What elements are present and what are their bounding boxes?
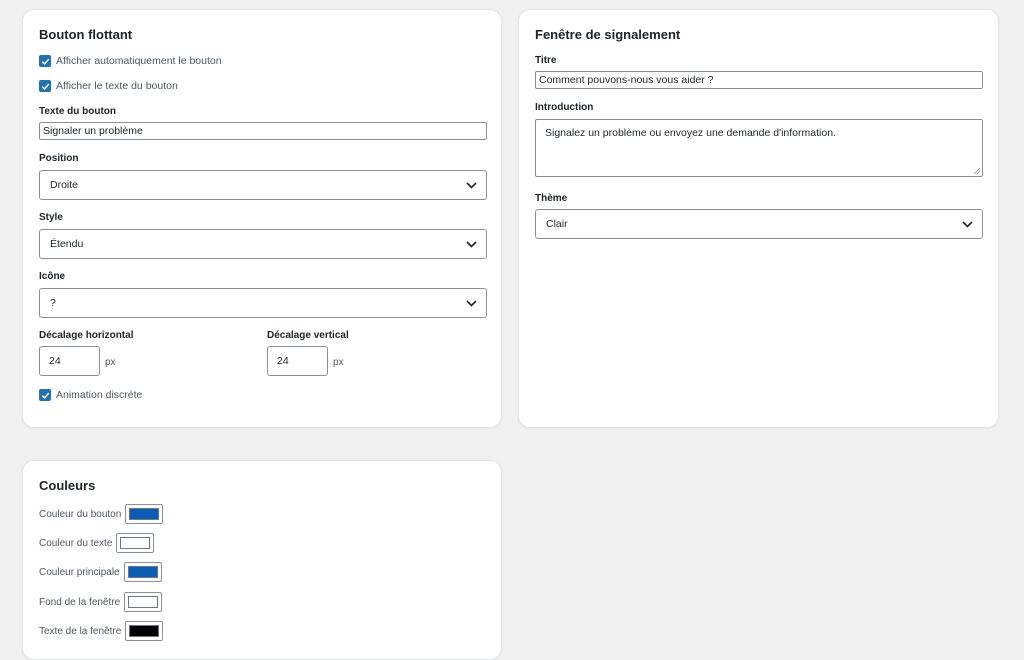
button-text-input[interactable]: Signaler un problème (39, 122, 487, 140)
icon-value: ? (50, 297, 56, 309)
icon-select[interactable]: ? (39, 288, 487, 318)
color-label: Couleur du bouton (39, 508, 122, 520)
auto-show-checkbox-row[interactable]: Afficher automatiquement le bouton (39, 55, 222, 67)
show-text-label: Afficher le texte du bouton (56, 80, 178, 92)
style-select[interactable]: Étendu (39, 229, 487, 259)
style-label: Style (39, 212, 63, 223)
resize-handle-icon[interactable] (973, 167, 981, 175)
report-window-panel: Fenêtre de signalement Titre Comment pou… (518, 9, 999, 428)
report-window-title: Fenêtre de signalement (535, 27, 681, 42)
color-row-window-bg: Fond de la fenêtre (39, 592, 163, 612)
chevron-down-icon (962, 220, 973, 228)
colors-panel: Couleurs Couleur du bouton Couleur du te… (22, 460, 502, 660)
window-title-label: Titre (535, 55, 557, 66)
auto-show-label: Afficher automatiquement le bouton (56, 55, 222, 67)
button-text-label: Texte du bouton (39, 106, 117, 117)
chevron-down-icon (466, 299, 477, 307)
floating-button-panel: Bouton flottant Afficher automatiquement… (22, 9, 502, 428)
color-label: Couleur du texte (39, 537, 113, 549)
check-icon (41, 58, 49, 65)
animation-checkbox[interactable] (39, 389, 51, 401)
color-swatch (120, 537, 151, 549)
color-swatch (129, 508, 160, 520)
offset-vertical-input[interactable]: 24 (267, 346, 328, 376)
color-picker-button[interactable] (125, 504, 164, 524)
show-text-checkbox[interactable] (39, 80, 51, 92)
theme-value: Clair (546, 218, 568, 230)
color-swatch (129, 625, 160, 637)
offset-horizontal-unit: px (105, 357, 116, 368)
color-swatch (127, 566, 158, 578)
show-text-checkbox-row[interactable]: Afficher le texte du bouton (39, 80, 178, 92)
color-label: Texte de la fenêtre (39, 625, 122, 637)
check-icon (41, 392, 49, 399)
window-title-input[interactable]: Comment pouvons-nous vous aider ? (535, 71, 983, 89)
chevron-down-icon (466, 240, 477, 248)
theme-select[interactable]: Clair (535, 209, 983, 239)
color-row-button: Couleur du bouton (39, 504, 164, 524)
animation-checkbox-row[interactable]: Animation discrète (39, 389, 142, 401)
color-picker-text[interactable] (116, 533, 155, 553)
chevron-down-icon (466, 181, 477, 189)
check-icon (41, 83, 49, 90)
color-picker-window-text[interactable] (125, 621, 164, 641)
color-row-window-text: Texte de la fenêtre (39, 621, 164, 641)
offset-horizontal-label: Décalage horizontal (39, 330, 134, 341)
position-label: Position (39, 153, 79, 164)
offset-vertical-unit: px (333, 357, 344, 368)
animation-label: Animation discrète (56, 389, 143, 401)
introduction-textarea[interactable]: Signalez un problème ou envoyez une dema… (535, 119, 983, 177)
icon-label: Icône (39, 271, 66, 282)
floating-button-title: Bouton flottant (39, 27, 133, 42)
offset-vertical-label: Décalage vertical (267, 330, 349, 341)
color-row-primary: Couleur principale (39, 562, 162, 582)
position-value: Droite (50, 179, 79, 191)
auto-show-checkbox[interactable] (39, 55, 51, 67)
colors-title: Couleurs (39, 478, 96, 493)
color-picker-primary[interactable] (123, 562, 162, 582)
theme-label: Thème (535, 193, 568, 204)
offset-horizontal-input[interactable]: 24 (39, 346, 100, 376)
introduction-text: Signalez un problème ou envoyez une dema… (545, 127, 836, 139)
color-swatch (128, 596, 159, 608)
color-row-text: Couleur du texte (39, 533, 155, 553)
introduction-label: Introduction (535, 102, 594, 113)
style-value: Étendu (50, 238, 84, 250)
color-label: Fond de la fenêtre (39, 596, 121, 608)
color-picker-window-bg[interactable] (124, 592, 163, 612)
position-select[interactable]: Droite (39, 170, 487, 200)
color-label: Couleur principale (39, 566, 120, 578)
